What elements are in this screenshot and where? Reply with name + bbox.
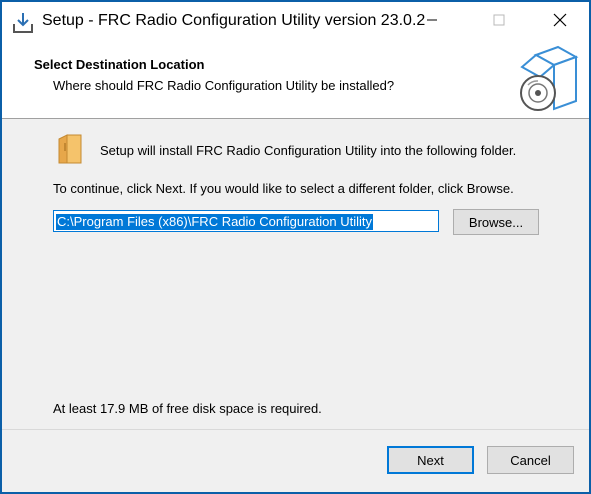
window-title: Setup - FRC Radio Configuration Utility … xyxy=(42,12,426,29)
install-box-disc-icon xyxy=(518,45,580,113)
wizard-header: Select Destination Location Where should… xyxy=(2,42,589,119)
minimize-icon xyxy=(426,13,438,31)
maximize-button[interactable] xyxy=(476,2,522,42)
close-icon xyxy=(553,13,567,32)
next-button[interactable]: Next xyxy=(387,446,474,474)
setup-window: Setup - FRC Radio Configuration Utility … xyxy=(0,0,591,494)
minimize-button[interactable] xyxy=(409,2,455,42)
destination-path-value: C:\Program Files (x86)\FRC Radio Configu… xyxy=(56,214,373,230)
close-button[interactable] xyxy=(537,2,583,42)
setup-download-icon xyxy=(12,12,34,34)
page-title: Select Destination Location xyxy=(34,57,205,72)
destination-path-input[interactable]: C:\Program Files (x86)\FRC Radio Configu… xyxy=(53,210,439,232)
browse-button[interactable]: Browse... xyxy=(453,209,539,235)
folder-icon xyxy=(57,133,83,165)
footer-divider xyxy=(2,429,589,430)
title-bar[interactable]: Setup - FRC Radio Configuration Utility … xyxy=(2,2,589,42)
install-description: Setup will install FRC Radio Configurati… xyxy=(100,143,517,158)
disk-space-requirement: At least 17.9 MB of free disk space is r… xyxy=(53,401,322,416)
continue-instructions: To continue, click Next. If you would li… xyxy=(53,181,514,196)
page-subtitle: Where should FRC Radio Configuration Uti… xyxy=(53,78,395,93)
cancel-button[interactable]: Cancel xyxy=(487,446,574,474)
maximize-icon xyxy=(493,13,505,31)
